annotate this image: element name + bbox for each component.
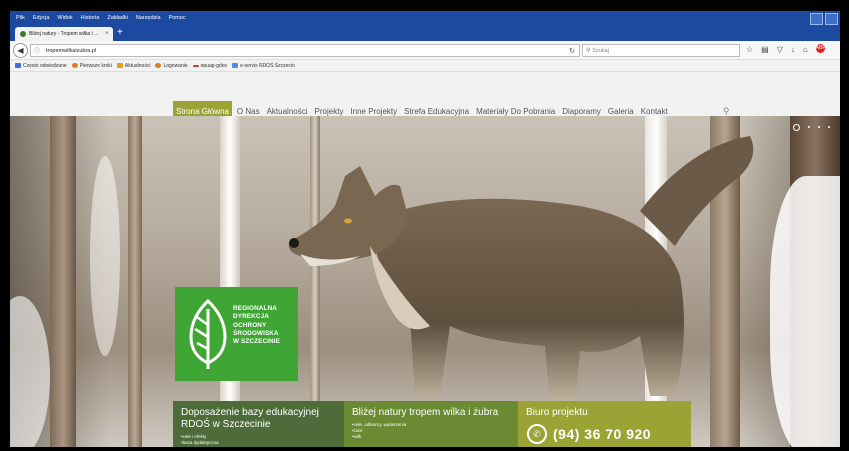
snow-patch — [90, 156, 120, 356]
tree-trunk — [128, 116, 142, 447]
bookmark-item[interactable]: Logowanie — [155, 63, 188, 69]
search-placeholder: Szukaj — [592, 47, 609, 54]
menu-view[interactable]: Widok — [57, 15, 72, 21]
bookmark-icon — [155, 63, 162, 68]
promo-box-equipment[interactable]: Doposażenie bazy edukacyjnej RDOŚ w Szcz… — [173, 401, 344, 447]
reload-icon[interactable]: ↻ — [569, 47, 575, 55]
info-icon[interactable]: ⓘ — [34, 46, 40, 55]
window-controls — [810, 13, 838, 25]
url-bar[interactable]: ⓘ tropemwilkaizubra.pl ↻ — [30, 44, 580, 57]
promo-box-title: Doposażenie bazy edukacyjnej RDOŚ w Szcz… — [181, 407, 319, 430]
hero-slider: REGIONALNA DYREKCJA OCHRONY ŚRODOWISKA W… — [10, 116, 840, 447]
menu-bar: Plik Edycja Widok Historia Zakładki Narz… — [10, 11, 840, 25]
logo-text: REGIONALNA DYREKCJA OCHRONY ŚRODOWISKA W… — [233, 305, 280, 346]
tab-active[interactable]: Bliżej natury - Tropem wilka i ... × — [15, 27, 113, 41]
rdos-logo[interactable]: REGIONALNA DYREKCJA OCHRONY ŚRODOWISKA W… — [175, 287, 298, 381]
promo-box-list: cele i efekty baza dydaktyczna — [181, 434, 344, 446]
phone-number: (94) 36 70 920 — [553, 426, 652, 442]
menu-history[interactable]: Historia — [81, 15, 100, 21]
bookmark-icon — [192, 64, 199, 67]
tab-close-icon[interactable]: × — [105, 31, 109, 37]
bookmark-item[interactable]: Aktualności — [116, 63, 150, 69]
home-icon[interactable]: ⌂ — [803, 44, 808, 55]
slider-dot[interactable] — [818, 126, 820, 128]
list-item[interactable]: wilk — [352, 434, 518, 440]
list-item[interactable]: baza dydaktyczna — [181, 440, 344, 446]
bookmark-icon — [15, 63, 21, 68]
bookmark-item[interactable]: Pierwsze kroki — [71, 63, 112, 69]
download-icon[interactable]: ↓ — [791, 44, 795, 55]
browser-window: Plik Edycja Widok Historia Zakładki Narz… — [10, 11, 840, 447]
adblock-icon[interactable]: ABP — [815, 44, 826, 53]
new-tab-button[interactable]: + — [117, 28, 123, 38]
leaf-logo-icon — [189, 298, 227, 369]
wolf-illustration — [288, 136, 754, 406]
library-icon[interactable]: ▤ — [761, 44, 769, 55]
bookmark-item[interactable]: epuap-gdos — [192, 63, 227, 69]
bookmark-star-icon[interactable]: ☆ — [746, 44, 753, 55]
url-text: tropemwilkaizubra.pl — [46, 47, 97, 54]
slider-dot[interactable] — [828, 126, 830, 128]
bookmark-icon — [71, 63, 78, 68]
bookmarks-bar: Często odwiedzane Pierwsze kroki Aktualn… — [10, 60, 840, 72]
snow-patch — [10, 296, 50, 447]
bookmark-item[interactable]: Często odwiedzane — [15, 63, 67, 69]
promo-box-office[interactable]: Biuro projektu ✆ (94) 36 70 920 — [518, 401, 691, 447]
menu-edit[interactable]: Edycja — [33, 15, 50, 21]
search-input[interactable]: ⚲ Szukaj — [582, 44, 740, 57]
nav-gallery[interactable]: Galeria — [608, 107, 634, 116]
slider-dot-active[interactable] — [793, 124, 800, 131]
nav-projects[interactable]: Projekty — [315, 107, 344, 116]
nav-about[interactable]: O Nas — [237, 107, 260, 116]
nav-news[interactable]: Aktualności — [267, 107, 308, 116]
navigation-toolbar: ◀ ⓘ tropemwilkaizubra.pl ↻ ⚲ Szukaj ☆ ▤ … — [10, 41, 840, 60]
phone-contact[interactable]: ✆ (94) 36 70 920 — [527, 424, 691, 444]
search-icon: ⚲ — [586, 48, 591, 54]
favicon-icon — [20, 31, 26, 37]
promo-box-title: Biuro projektu — [526, 407, 588, 418]
toolbar-icons: ☆ ▤ ▽ ↓ ⌂ ABP — [746, 44, 826, 55]
bookmark-item[interactable]: e-servis RDOŚ Szczecin — [232, 63, 295, 69]
snow-patch — [770, 176, 840, 447]
tree-trunk — [220, 116, 240, 447]
pocket-icon[interactable]: ▽ — [777, 44, 783, 55]
nav-other-projects[interactable]: Inne Projekty — [350, 107, 397, 116]
nav-education[interactable]: Strefa Edukacyjna — [404, 107, 469, 116]
tab-bar: Bliżej natury - Tropem wilka i ... × + — [10, 25, 840, 41]
tab-title: Bliżej natury - Tropem wilka i ... — [29, 31, 99, 37]
tree-trunk — [50, 116, 76, 447]
promo-box-list: cele, odbiorcy, wydarzenia żubr wilk — [352, 422, 518, 440]
nav-slideshows[interactable]: Diaporamy — [562, 107, 601, 116]
menu-tools[interactable]: Narzędzia — [136, 15, 161, 21]
nav-contact[interactable]: Kontakt — [641, 107, 668, 116]
menu-file[interactable]: Plik — [16, 15, 25, 21]
bookmark-icon — [232, 63, 239, 68]
menu-help[interactable]: Pomoc — [169, 15, 186, 21]
bookmark-icon — [116, 63, 123, 68]
nav-downloads[interactable]: Materiały Do Pobrania — [476, 107, 555, 116]
site-search-icon[interactable]: ⚲ — [723, 106, 730, 117]
site-header: Strona Główna O Nas Aktualności Projekty… — [10, 72, 840, 122]
menu-bookmarks[interactable]: Zakładki — [107, 15, 127, 21]
back-button[interactable]: ◀ — [13, 43, 28, 58]
minimize-button[interactable] — [810, 13, 823, 25]
maximize-button[interactable] — [825, 13, 838, 25]
phone-icon: ✆ — [527, 424, 547, 444]
promo-box-title: Bliżej natury tropem wilka i żubra — [352, 407, 499, 418]
promo-box-nature[interactable]: Bliżej natury tropem wilka i żubra cele,… — [344, 401, 518, 447]
slider-dot[interactable] — [808, 126, 810, 128]
